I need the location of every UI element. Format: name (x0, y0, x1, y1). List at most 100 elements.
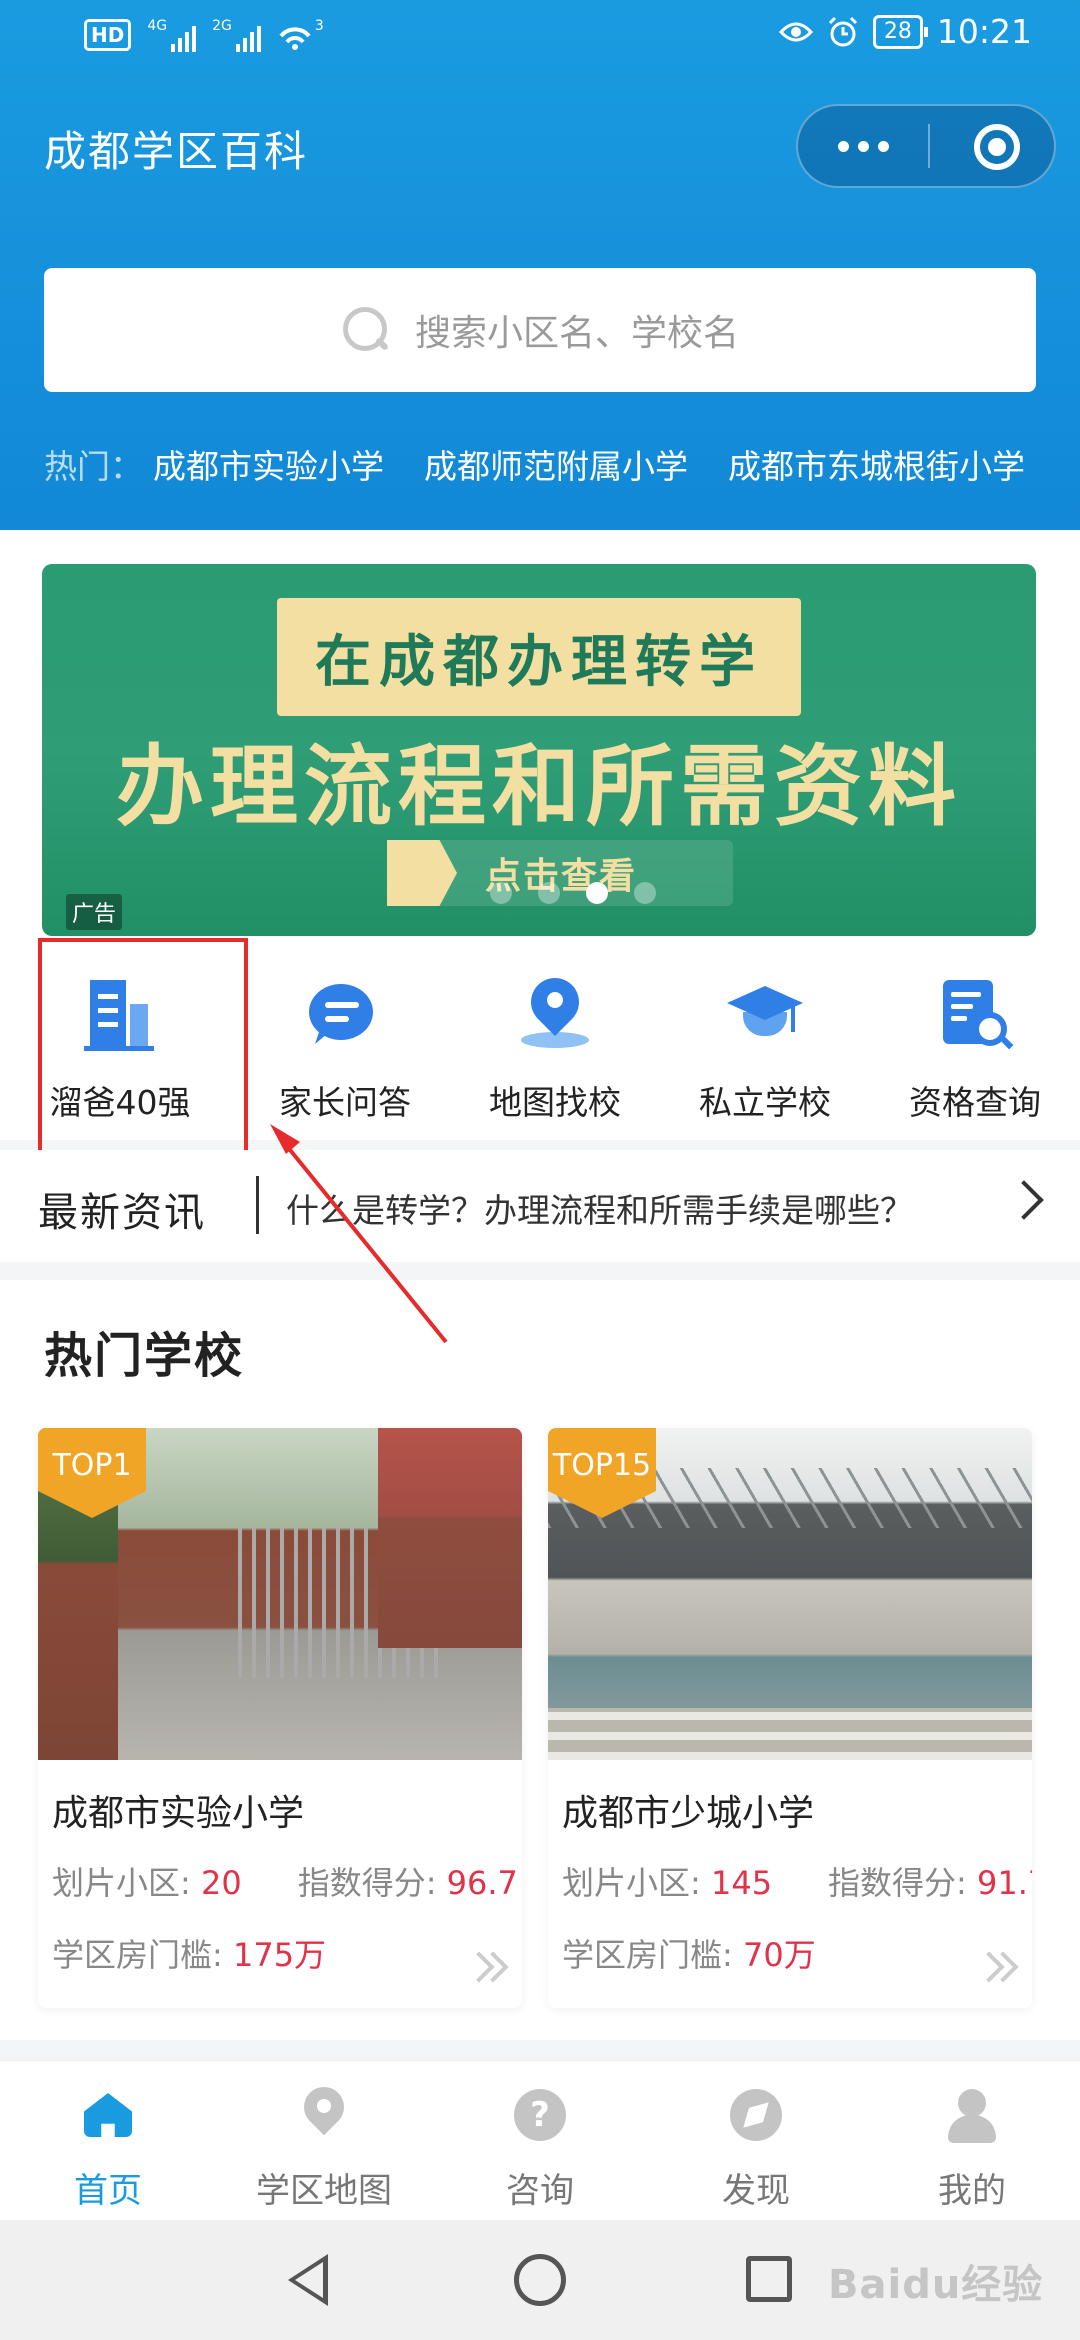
news-title: 最新资讯 (38, 1190, 206, 1236)
app-title: 成都学区百科 (44, 127, 309, 176)
carousel-dot[interactable] (634, 882, 656, 904)
chat-bubble-icon (305, 974, 385, 1054)
watermark: Baidu经验 (828, 2262, 1044, 2308)
tab-mine[interactable]: 我的 (864, 2061, 1080, 2220)
school-threshold-line: 学区房门槛: 70万 (562, 1930, 816, 1976)
search-icon (341, 305, 391, 355)
recent-apps-button[interactable] (746, 2256, 792, 2302)
more-menu-button[interactable] (798, 106, 928, 186)
map-pin-icon (295, 2078, 353, 2143)
double-chevron-icon[interactable] (463, 1951, 509, 1984)
capsule-divider (928, 124, 930, 168)
threshold-label: 学区房门槛: (52, 1936, 233, 1974)
hot-search-row: 热门： 成都市实验小学 成都师范附属小学 成都市东城根街小学 (44, 440, 1025, 488)
tab-label: 我的 (938, 2171, 1006, 2211)
bottom-tab-bar: 首页 学区地图 ? 咨询 发现 我的 (0, 2060, 1080, 2220)
quick-nav-eligibility[interactable]: 资格查询 (870, 950, 1080, 1130)
eye-icon (778, 22, 813, 41)
header: HD 4G 2G 3 28 10:21 成都学区百科 搜索小区名、学校名 热门：… (0, 0, 1080, 530)
wifi-group: 3 (277, 18, 326, 52)
search-input[interactable]: 搜索小区名、学校名 (44, 268, 1036, 392)
dot-icon (877, 140, 889, 152)
clock: 10:21 (936, 12, 1032, 51)
score-label: 指数得分: (828, 1864, 978, 1902)
tab-home[interactable]: 首页 (0, 2061, 216, 2220)
compass-icon (728, 2087, 784, 2143)
school-card[interactable]: TOP1 成都市实验小学 划片小区: 20 指数得分: 96.7 学区房门槛: 1… (38, 1428, 522, 2008)
banner-main-text: 办理流程和所需资料 (115, 735, 962, 838)
signal-bars-icon (171, 24, 197, 52)
cellular-signal-2: 2G (212, 18, 261, 52)
question-icon: ? (512, 2087, 568, 2143)
district-label: 划片小区: (562, 1864, 711, 1902)
back-button[interactable] (288, 2254, 328, 2306)
carousel-dot[interactable] (490, 882, 512, 904)
tab-district-map[interactable]: 学区地图 (216, 2061, 432, 2220)
hot-search-item[interactable]: 成都市实验小学 (153, 440, 384, 488)
quick-nav-qa[interactable]: 家长问答 (240, 950, 450, 1130)
signal-bars-icon (235, 24, 261, 52)
status-bar: HD 4G 2G 3 28 10:21 (0, 0, 1080, 80)
news-bar[interactable]: 最新资讯 什么是转学？办理流程和所需手续是哪些？ (0, 1150, 1080, 1262)
school-name: 成都市实验小学 (52, 1793, 305, 1834)
chevron-right-icon[interactable] (1004, 1180, 1044, 1220)
district-label: 划片小区: (52, 1864, 201, 1902)
tab-consult[interactable]: ? 咨询 (432, 2061, 648, 2220)
news-headline[interactable]: 什么是转学？办理流程和所需手续是哪些？ (286, 1184, 913, 1232)
quick-nav-label: 私立学校 (699, 1083, 831, 1122)
tab-label: 学区地图 (256, 2171, 392, 2211)
document-search-icon (935, 974, 1015, 1054)
ad-label: 广告 (66, 894, 123, 930)
section-title: 热门学校 (44, 1328, 245, 1384)
banner-top-text: 在成都办理转学 (277, 598, 801, 716)
quick-nav-label: 资格查询 (909, 1083, 1041, 1122)
school-card[interactable]: TOP15 成都市少城小学 划片小区: 145指数得分: 91.7 学区房门槛:… (548, 1428, 1032, 2008)
ad-banner[interactable]: 在成都办理转学 办理流程和所需资料 点击查看 广告 (42, 564, 1036, 936)
home-icon (80, 2087, 136, 2143)
score-value: 91.7 (977, 1864, 1032, 1902)
carousel-dot-active[interactable] (586, 882, 608, 904)
quick-nav-private[interactable]: 私立学校 (660, 950, 870, 1130)
network-type-1: 4G (147, 18, 168, 34)
school-threshold-line: 学区房门槛: 175万 (52, 1930, 326, 1976)
search-placeholder: 搜索小区名、学校名 (414, 313, 739, 354)
wifi-badge: 3 (314, 18, 324, 34)
graduation-cap-icon (725, 974, 805, 1054)
battery-indicator: 28 (872, 14, 928, 49)
threshold-value: 70万 (742, 1936, 816, 1974)
cellular-signal-1: 4G (147, 18, 197, 52)
school-stats-line: 划片小区: 145 指数得分: 91.7 (562, 1858, 1032, 1904)
quick-nav-map[interactable]: 地图找校 (450, 950, 660, 1130)
carousel-dots (490, 882, 656, 904)
alarm-icon (828, 16, 857, 46)
highlight-annotation-box (38, 938, 248, 1156)
threshold-value: 175万 (232, 1936, 327, 1974)
wifi-icon (279, 27, 311, 50)
home-button[interactable] (514, 2254, 566, 2306)
score-value: 96.7 (446, 1864, 518, 1902)
score-label: 指数得分: (297, 1864, 447, 1902)
hot-schools-section: 热门学校 TOP1 成都市实验小学 划片小区: 20 指数得分: 96.7 学区房… (0, 1280, 1080, 2040)
carousel-dot[interactable] (538, 882, 560, 904)
district-value: 145 (710, 1864, 773, 1902)
school-stats-line: 划片小区: 20 指数得分: 96.7 (52, 1858, 518, 1904)
user-icon (944, 2087, 1000, 2143)
tab-label: 发现 (722, 2171, 790, 2211)
threshold-label: 学区房门槛: (562, 1936, 743, 1974)
network-type-2: 2G (212, 18, 232, 34)
map-pin-icon (515, 968, 595, 1054)
hot-search-item[interactable]: 成都市东城根街小学 (728, 440, 1025, 488)
tab-label: 咨询 (506, 2171, 574, 2211)
status-right: 28 10:21 (778, 12, 1032, 51)
status-left: HD 4G 2G 3 (84, 18, 326, 52)
tab-discover[interactable]: 发现 (648, 2061, 864, 2220)
district-value: 20 (200, 1864, 242, 1902)
hd-badge: HD (84, 19, 132, 51)
dot-icon (837, 140, 849, 152)
mini-program-capsule (796, 104, 1056, 188)
quick-nav-label: 地图找校 (489, 1083, 621, 1122)
double-chevron-icon[interactable] (973, 1951, 1019, 1984)
close-mini-program-button[interactable] (974, 124, 1020, 170)
hot-search-item[interactable]: 成都师范附属小学 (424, 440, 688, 488)
hot-label: 热门： (44, 447, 143, 486)
